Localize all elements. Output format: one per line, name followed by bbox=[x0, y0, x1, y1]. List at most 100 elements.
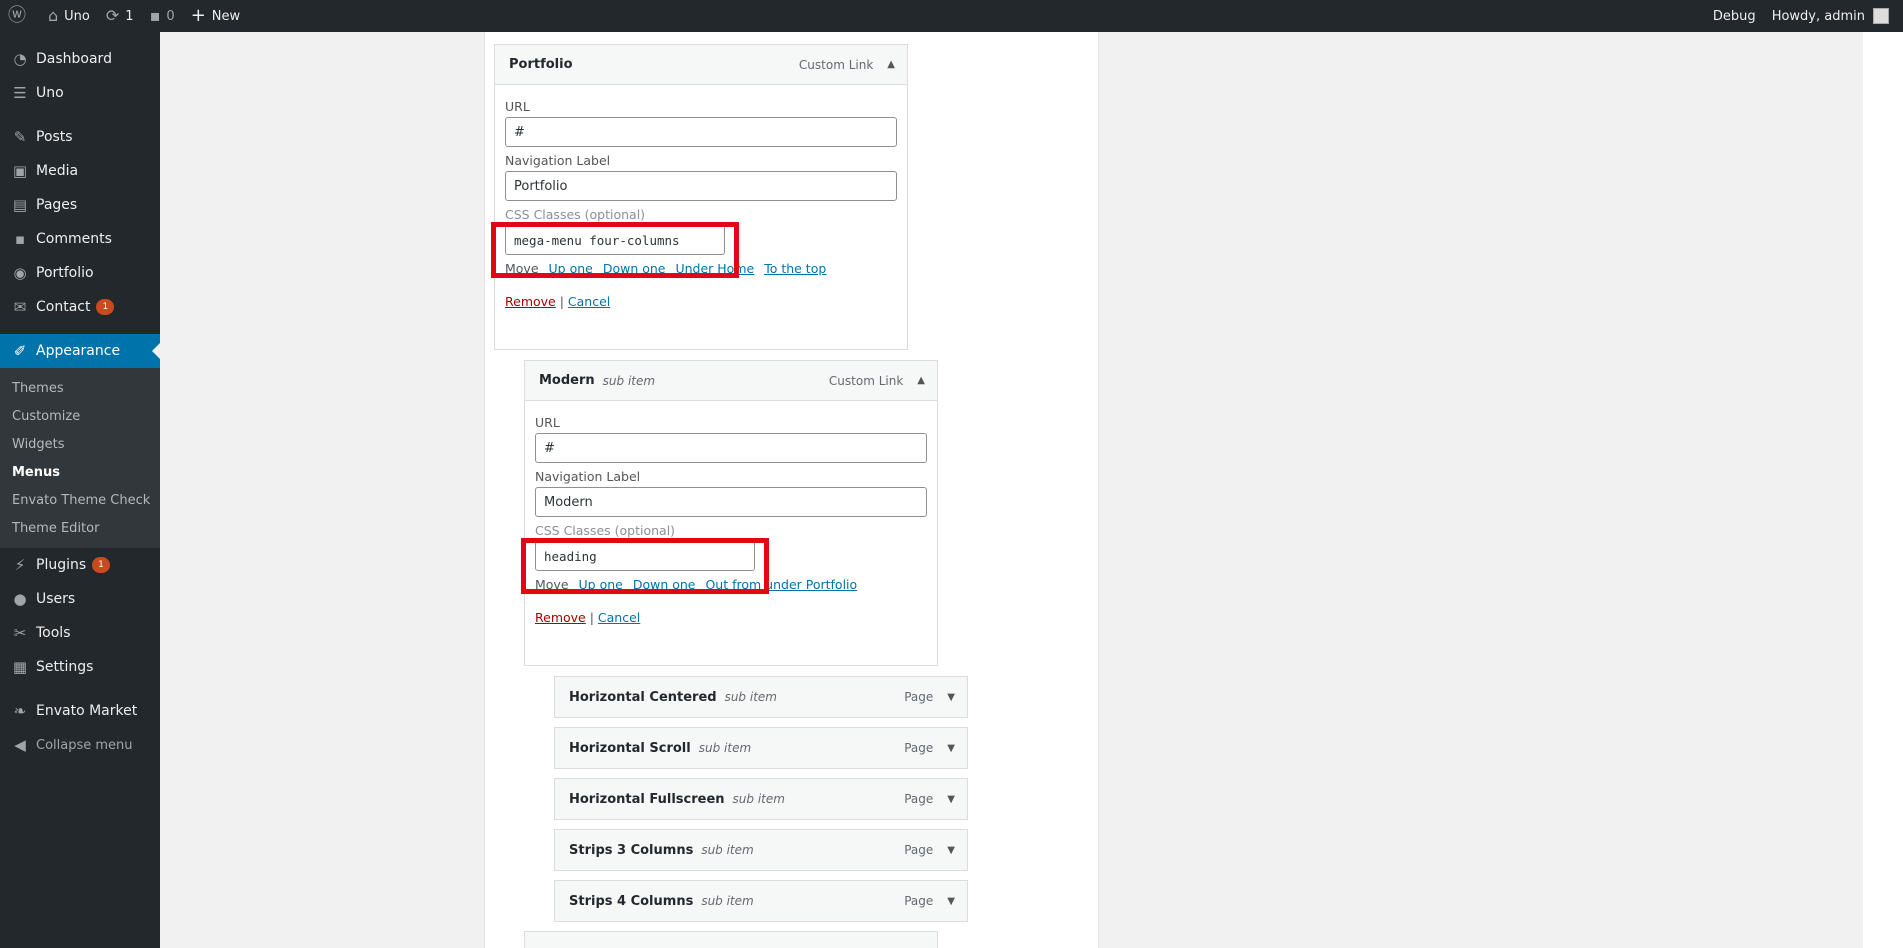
menu-item-handle[interactable]: Portfolio Custom Link ▲ bbox=[495, 45, 907, 85]
menu-item-settings: URL # Navigation Label Portfolio CSS Cla… bbox=[495, 85, 907, 321]
sidebar-item-label: Posts bbox=[36, 129, 73, 145]
menu-item-type: Page bbox=[904, 894, 934, 908]
sidebar-item-label: Dashboard bbox=[36, 51, 112, 67]
sidebar-item-posts[interactable]: ✎ Posts bbox=[0, 120, 160, 154]
sidebar-item-plugins[interactable]: ⚡ Plugins 1 bbox=[0, 548, 160, 582]
wordpress-logo-button[interactable]: ⓦ bbox=[0, 0, 40, 32]
sidebar-item-media[interactable]: ▣ Media bbox=[0, 154, 160, 188]
home-icon: ⌂ bbox=[48, 6, 59, 25]
menu-item-subtitle: sub item bbox=[732, 792, 785, 806]
cancel-link[interactable]: Cancel bbox=[568, 294, 610, 309]
sidebar-item-comments[interactable]: ▪ Comments bbox=[0, 222, 160, 256]
sidebar-item-tools[interactable]: ✂ Tools bbox=[0, 616, 160, 650]
submenu-widgets[interactable]: Widgets bbox=[0, 430, 160, 458]
url-label: URL bbox=[535, 415, 560, 430]
menu-item-subtitle: sub item bbox=[698, 741, 752, 755]
move-to-top-link[interactable]: To the top bbox=[764, 261, 826, 276]
sidebar-item-contact[interactable]: ✉ Contact 1 bbox=[0, 290, 160, 324]
collapse-arrow-icon[interactable]: ▲ bbox=[917, 375, 925, 386]
sidebar-item-label: Comments bbox=[36, 231, 112, 247]
settings-icon: ▦ bbox=[12, 658, 28, 676]
remove-link[interactable]: Remove bbox=[505, 294, 556, 309]
expand-arrow-icon[interactable]: ▼ bbox=[947, 896, 955, 907]
sidebar-item-pages[interactable]: ▤ Pages bbox=[0, 188, 160, 222]
account-menu[interactable]: Howdy, admin bbox=[1764, 0, 1903, 32]
new-content-link[interactable]: + New bbox=[183, 0, 248, 32]
menu-item-handle[interactable]: Horizontal Centered sub item Page ▼ bbox=[555, 677, 967, 717]
sidebar-item-label: Tools bbox=[36, 625, 71, 641]
separator: | bbox=[559, 294, 564, 309]
submenu-theme-editor[interactable]: Theme Editor bbox=[0, 514, 160, 542]
sidebar-item-users[interactable]: ● Users bbox=[0, 582, 160, 616]
nav-label-input[interactable]: Portfolio bbox=[505, 171, 897, 201]
dashboard-icon: ◔ bbox=[13, 50, 27, 68]
submenu-themes[interactable]: Themes bbox=[0, 374, 160, 402]
menu-item-handle[interactable]: Horizontal Scroll sub item Page ▼ bbox=[555, 728, 967, 768]
menu-item-collapsed: Strips 4 Columns sub item Page ▼ bbox=[554, 880, 968, 922]
debug-label: Debug bbox=[1712, 8, 1756, 24]
collapse-arrow-icon[interactable]: ▲ bbox=[887, 59, 895, 70]
highlight-box bbox=[491, 222, 739, 278]
pages-icon: ▤ bbox=[12, 196, 28, 214]
submenu-menus[interactable]: Menus bbox=[0, 458, 160, 486]
menu-item-subtitle: sub item bbox=[701, 843, 754, 857]
sidebar-item-label: Contact bbox=[36, 299, 91, 315]
debug-link[interactable]: Debug bbox=[1705, 0, 1764, 32]
sidebar-item-dashboard[interactable]: ◔ Dashboard bbox=[0, 42, 160, 76]
nav-label-input[interactable]: Modern bbox=[535, 487, 927, 517]
menu-item-handle[interactable]: Modern sub item Custom Link ▲ bbox=[525, 361, 937, 401]
sidebar-item-portfolio[interactable]: ◉ Portfolio bbox=[0, 256, 160, 290]
sidebar-item-label: Pages bbox=[36, 197, 78, 213]
sidebar-item-label: Users bbox=[36, 591, 76, 607]
admin-sidebar: ◔ Dashboard ☰ Uno ✎ Posts ▣ Media ▤ Pages ▪ Co… bbox=[0, 32, 160, 948]
pin-icon: ✎ bbox=[13, 128, 27, 146]
expand-arrow-icon[interactable]: ▼ bbox=[947, 845, 955, 856]
menu-item-subtitle: sub item bbox=[724, 690, 777, 704]
menu-item-handle[interactable] bbox=[525, 932, 937, 948]
nav-label-label: Navigation Label bbox=[505, 153, 611, 168]
menu-item-subtitle: sub item bbox=[602, 373, 656, 388]
sidebar-item-label: Portfolio bbox=[36, 265, 94, 281]
collapse-menu-button[interactable]: ◀ Collapse menu bbox=[0, 728, 160, 762]
menu-item-handle[interactable]: Horizontal Fullscreen sub item Page ▼ bbox=[555, 779, 967, 819]
submenu-envato-theme-check[interactable]: Envato Theme Check bbox=[0, 486, 160, 514]
plugins-icon: ⚡ bbox=[14, 556, 26, 574]
comments-link[interactable]: ▪ 0 bbox=[142, 0, 183, 32]
portfolio-icon: ◉ bbox=[13, 264, 27, 282]
menu-item-type: Page bbox=[904, 741, 934, 755]
right-gutter bbox=[1863, 32, 1903, 948]
updates-link[interactable]: ⟳ 1 bbox=[98, 0, 142, 32]
menu-item-handle[interactable]: Strips 4 Columns sub item Page ▼ bbox=[555, 881, 967, 921]
sidebar-item-label: Uno bbox=[36, 85, 64, 101]
menu-item-title: Horizontal Centered bbox=[569, 689, 717, 705]
comments-icon: ▪ bbox=[14, 230, 26, 248]
menu-item-title: Horizontal Scroll bbox=[569, 740, 691, 756]
expand-arrow-icon[interactable]: ▼ bbox=[947, 794, 955, 805]
sidebar-item-label: Settings bbox=[36, 659, 94, 675]
menu-item-handle[interactable]: Strips 3 Columns sub item Page ▼ bbox=[555, 830, 967, 870]
updates-count: 1 bbox=[125, 8, 134, 24]
menu-item-title: Strips 3 Columns bbox=[569, 842, 694, 858]
cancel-link[interactable]: Cancel bbox=[598, 610, 640, 625]
sidebar-item-settings[interactable]: ▦ Settings bbox=[0, 650, 160, 684]
sidebar-item-envato-market[interactable]: ❧ Envato Market bbox=[0, 694, 160, 728]
submenu-customize[interactable]: Customize bbox=[0, 402, 160, 430]
sidebar-item-appearance[interactable]: ✐ Appearance bbox=[0, 334, 160, 368]
action-row: Remove | Cancel bbox=[535, 610, 927, 625]
tools-icon: ✂ bbox=[13, 624, 27, 642]
sidebar-item-uno[interactable]: ☰ Uno bbox=[0, 76, 160, 110]
expand-arrow-icon[interactable]: ▼ bbox=[947, 692, 955, 703]
users-icon: ● bbox=[13, 590, 27, 608]
css-classes-label: CSS Classes (optional) bbox=[505, 207, 646, 222]
sidebar-item-label: Envato Market bbox=[36, 703, 138, 719]
site-name-link[interactable]: ⌂ Uno bbox=[40, 0, 98, 32]
admin-bar: ⓦ ⌂ Uno ⟳ 1 ▪ 0 + New Debug Howdy, admin bbox=[0, 0, 1903, 32]
menu-item-collapsed: Horizontal Centered sub item Page ▼ bbox=[554, 676, 968, 718]
css-classes-label: CSS Classes (optional) bbox=[535, 523, 676, 538]
url-input[interactable]: # bbox=[535, 433, 927, 463]
url-input[interactable]: # bbox=[505, 117, 897, 147]
howdy-label: Howdy, admin bbox=[1771, 8, 1865, 24]
remove-link[interactable]: Remove bbox=[535, 610, 586, 625]
menu-item-collapsed: Horizontal Fullscreen sub item Page ▼ bbox=[554, 778, 968, 820]
expand-arrow-icon[interactable]: ▼ bbox=[947, 743, 955, 754]
